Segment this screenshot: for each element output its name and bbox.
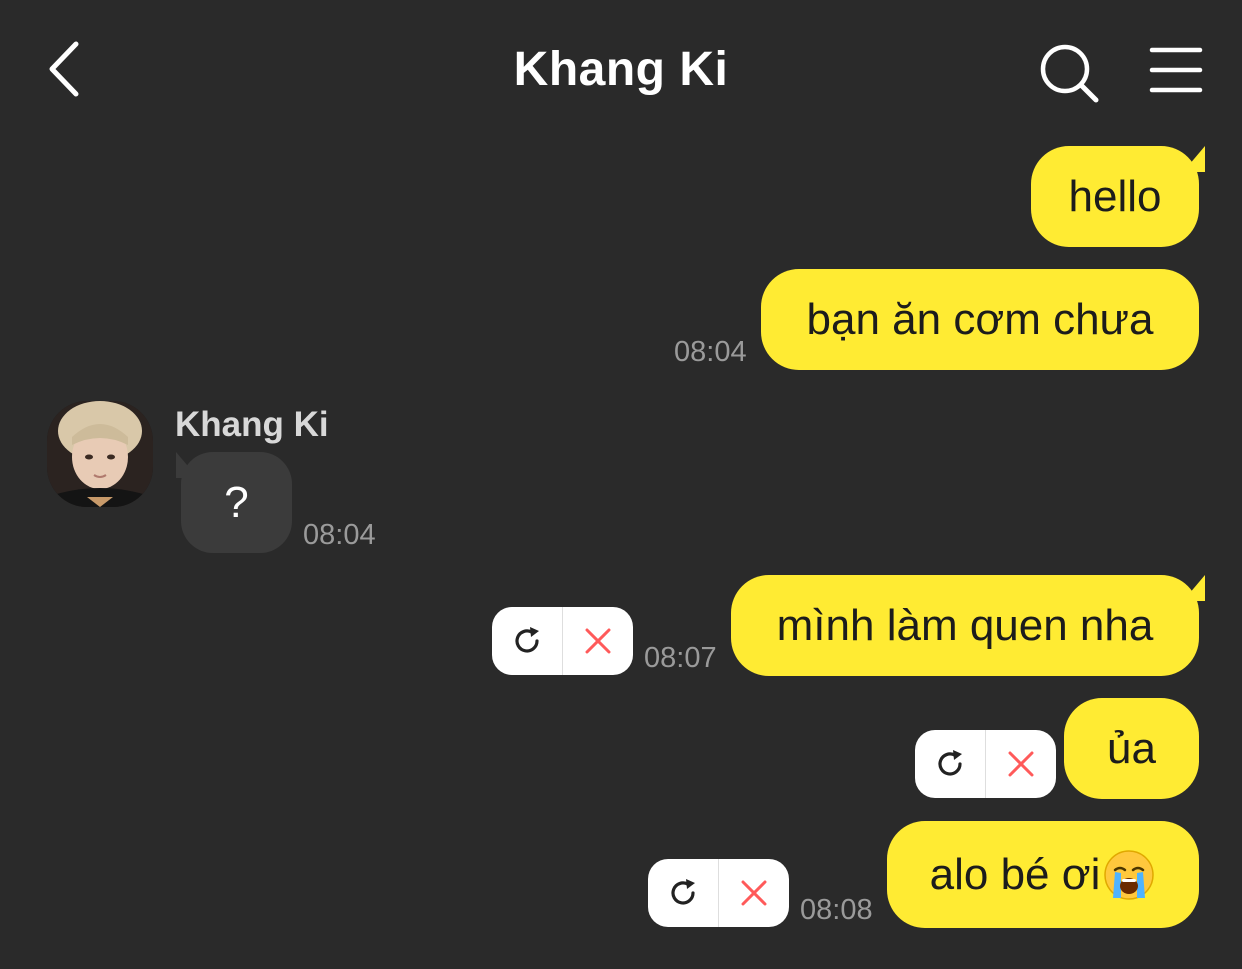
retry-send-button[interactable]	[915, 730, 985, 798]
message-timestamp: 08:07	[644, 642, 717, 674]
sender-avatar[interactable]	[47, 401, 153, 507]
message-text: ?	[224, 477, 249, 527]
message-text: bạn ăn cơm chưa	[806, 294, 1154, 344]
message-text: mình làm quen nha	[776, 600, 1154, 650]
sender-name: Khang Ki	[175, 405, 329, 444]
outgoing-message-bubble[interactable]: mình làm quen nha	[731, 575, 1205, 676]
search-button[interactable]	[1036, 40, 1102, 106]
failed-message-actions	[915, 730, 1056, 798]
loudly-crying-face-icon	[1104, 849, 1155, 900]
retry-send-button[interactable]	[648, 859, 718, 927]
avatar-photo	[47, 401, 153, 507]
message-timestamp: 08:04	[303, 519, 376, 551]
incoming-message-bubble[interactable]: ?	[176, 452, 292, 553]
outgoing-message-bubble[interactable]: hello	[1031, 146, 1205, 247]
message-timestamp: 08:08	[800, 894, 873, 926]
retry-icon	[671, 879, 695, 905]
search-icon	[1040, 44, 1099, 103]
close-icon	[1008, 751, 1034, 777]
delete-message-button[interactable]	[986, 730, 1056, 798]
outgoing-message-bubble[interactable]: alo bé ơi	[887, 821, 1199, 928]
outgoing-message-bubble[interactable]: ủa	[1064, 698, 1199, 799]
outgoing-message-bubble[interactable]: bạn ăn cơm chưa	[761, 269, 1199, 370]
retry-icon	[515, 627, 539, 653]
chat-header: Khang Ki	[0, 0, 1242, 140]
message-text: ủa	[1107, 723, 1156, 773]
hamburger-menu-icon	[1149, 47, 1203, 93]
message-text: hello	[1068, 171, 1162, 221]
menu-button[interactable]	[1146, 42, 1206, 102]
failed-message-actions	[492, 607, 633, 675]
message-timestamp: 08:04	[674, 336, 747, 368]
message-text: alo bé ơi	[929, 849, 1101, 899]
retry-send-button[interactable]	[492, 607, 562, 675]
delete-message-button[interactable]	[563, 607, 633, 675]
failed-message-actions	[648, 859, 789, 927]
retry-icon	[938, 750, 962, 776]
close-icon	[741, 880, 767, 906]
delete-message-button[interactable]	[719, 859, 789, 927]
close-icon	[585, 628, 611, 654]
